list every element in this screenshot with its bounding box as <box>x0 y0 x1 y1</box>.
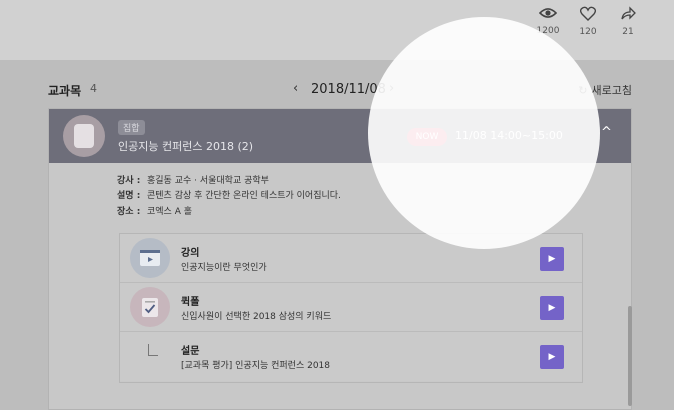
eye-icon <box>539 8 557 18</box>
instructor-value: 홍길동 교수 · 서울대학교 공학부 <box>147 176 269 186</box>
current-date: 2018/11/08 <box>311 82 386 97</box>
location-label: 장소 : <box>117 207 141 217</box>
item-desc: [교과목 평가] 인공지능 컨퍼런스 2018 <box>181 361 331 371</box>
location-row: 장소 : 코엑스 A 홀 <box>117 204 192 217</box>
share-icon <box>621 6 636 20</box>
play-button[interactable]: ▶ <box>540 296 564 320</box>
play-button[interactable]: ▶ <box>540 345 564 369</box>
shares-count: 21 <box>622 27 634 37</box>
shares-stat[interactable]: 21 <box>608 6 648 37</box>
item-desc: 신입사원이 선택한 2018 삼성의 키워드 <box>181 312 332 322</box>
description-row: 설명 : 콘텐츠 감상 후 간단한 온라인 테스트가 이어집니다. <box>117 188 341 201</box>
refresh-icon: ↻ <box>578 84 588 97</box>
course-type-badge: 집합 <box>118 120 145 135</box>
list-item-lecture[interactable]: 강의 인공지능이란 무엇인가 ▶ <box>120 234 582 283</box>
top-bar: 1200 120 21 <box>0 0 674 60</box>
item-title: 퀵폴 <box>181 297 200 308</box>
views-stat[interactable]: 1200 <box>528 6 568 36</box>
likes-count: 120 <box>579 27 597 37</box>
collapse-button[interactable]: ^ <box>601 125 612 140</box>
refresh-label: 새로고침 <box>591 84 632 97</box>
prev-date-button[interactable]: ‹ <box>293 81 298 96</box>
likes-stat[interactable]: 120 <box>568 6 608 37</box>
course-list-header: 교과목 4 ‹ 2018/11/08 › ↻ 새로고침 <box>48 81 634 100</box>
course-card-header[interactable]: 집합 인공지능 컨퍼런스 2018 (2) NOW 11/08 14:00~15… <box>49 109 631 163</box>
course-avatar <box>63 115 105 157</box>
course-items-list: 강의 인공지능이란 무엇인가 ▶ 퀵폴 신입사원이 선택한 2018 삼성의 키… <box>119 233 583 383</box>
description-value: 콘텐츠 감상 후 간단한 온라인 테스트가 이어집니다. <box>147 191 341 201</box>
next-date-button[interactable]: › <box>389 81 394 96</box>
course-time: 11/08 14:00~15:00 <box>455 129 563 142</box>
date-navigator: ‹ 2018/11/08 › <box>293 81 403 99</box>
poll-icon <box>130 287 170 327</box>
video-icon <box>130 238 170 278</box>
scrollbar[interactable] <box>628 306 632 406</box>
course-card: 집합 인공지능 컨퍼런스 2018 (2) NOW 11/08 14:00~15… <box>48 108 632 410</box>
list-count: 4 <box>90 82 97 95</box>
views-count: 1200 <box>536 26 560 36</box>
play-button[interactable]: ▶ <box>540 247 564 271</box>
instructor-label: 강사 : <box>117 176 141 186</box>
location-value: 코엑스 A 홀 <box>147 207 192 217</box>
list-item-poll[interactable]: 퀵폴 신입사원이 선택한 2018 삼성의 키워드 ▶ <box>120 283 582 332</box>
item-title: 설문 <box>181 346 200 357</box>
list-title: 교과목 <box>48 84 82 98</box>
course-title: 인공지능 컨퍼런스 2018 (2) <box>118 140 254 153</box>
survey-icon <box>148 344 158 356</box>
description-label: 설명 : <box>117 191 141 201</box>
now-badge: NOW <box>407 128 447 146</box>
item-title: 강의 <box>181 248 200 259</box>
instructor-row: 강사 : 홍길동 교수 · 서울대학교 공학부 <box>117 173 269 186</box>
list-item-survey[interactable]: 설문 [교과목 평가] 인공지능 컨퍼런스 2018 ▶ <box>120 332 582 381</box>
refresh-button[interactable]: ↻ 새로고침 <box>578 82 632 98</box>
item-desc: 인공지능이란 무엇인가 <box>181 263 267 273</box>
heart-icon <box>580 6 596 21</box>
